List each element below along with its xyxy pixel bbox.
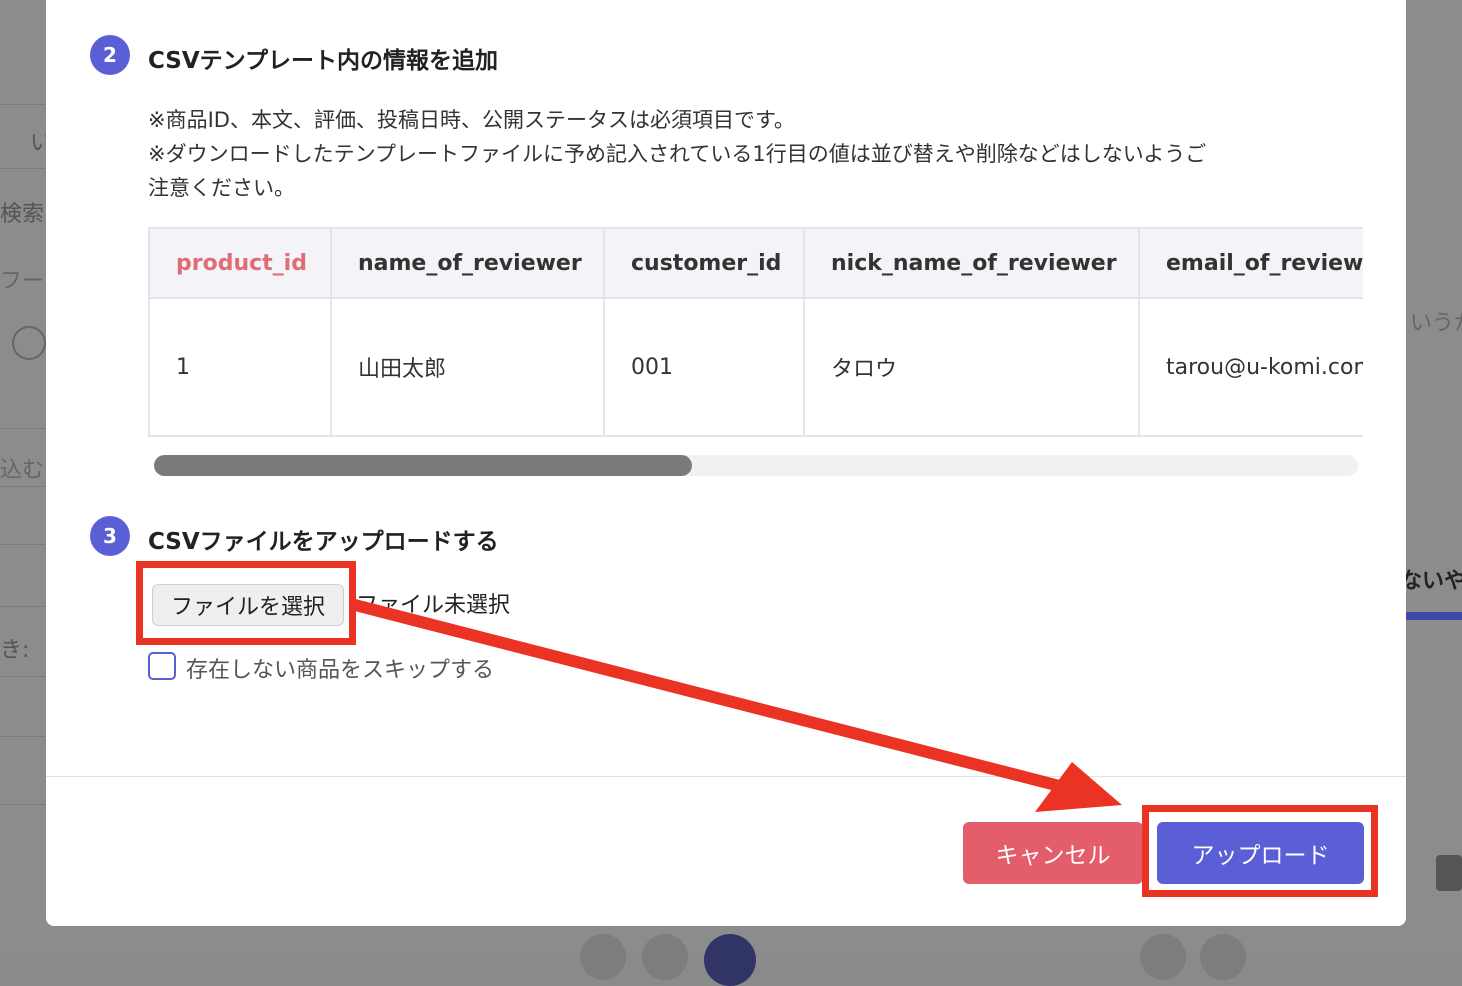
csv-upload-modal: 2 CSVテンプレート内の情報を追加 ※商品ID、本文、評価、投稿日時、公開ステ… <box>46 0 1406 926</box>
cancel-button[interactable]: キャンセル <box>963 822 1143 884</box>
bg-fragment: 検索: <box>0 202 52 227</box>
template-note-line1: ※ダウンロードしたテンプレートファイルに予め記入されている1行目の値は並び替えや… <box>148 142 1207 166</box>
bg-radio <box>12 326 46 360</box>
bg-fragment: ないや <box>1400 569 1462 594</box>
table-cell: タロウ <box>803 297 1140 437</box>
bg-page-circle <box>642 934 688 980</box>
step-2-title: CSVテンプレート内の情報を追加 <box>148 48 498 74</box>
upload-button-highlight <box>1142 805 1378 897</box>
step-3-badge: 3 <box>90 516 130 556</box>
table-header-row: product_id name_of_reviewer customer_id … <box>148 227 1363 299</box>
bg-page-circle <box>1200 934 1246 980</box>
column-header-nick-name-of-reviewer: nick_name_of_reviewer <box>803 227 1140 299</box>
table-row: 1 山田太郎 001 タロウ tarou@u-komi.com <box>148 297 1363 437</box>
bg-divider <box>0 606 46 607</box>
bg-button <box>1436 855 1462 891</box>
bg-fragment: フー <box>0 269 45 294</box>
bg-divider <box>0 736 46 737</box>
csv-template-table-container[interactable]: product_id name_of_reviewer customer_id … <box>148 227 1363 437</box>
table-horizontal-scrollbar[interactable] <box>154 455 1358 476</box>
bg-divider <box>0 676 46 677</box>
bg-page-circle-active <box>704 934 756 986</box>
background-right-strip: いうか ないや <box>1400 0 1462 954</box>
bg-fragment: いうか <box>1410 311 1462 336</box>
skip-missing-products-checkbox[interactable] <box>148 652 176 680</box>
footer-divider <box>46 776 1406 777</box>
bg-divider <box>0 104 46 105</box>
table-cell: 001 <box>603 297 805 437</box>
table-cell: 山田太郎 <box>330 297 605 437</box>
bg-divider <box>0 804 46 805</box>
column-header-product-id: product_id <box>148 227 332 299</box>
bg-divider <box>0 428 46 429</box>
step-2-badge: 2 <box>90 35 130 75</box>
column-header-name-of-reviewer: name_of_reviewer <box>330 227 605 299</box>
step-3-title: CSVファイルをアップロードする <box>148 529 499 555</box>
column-header-email-of-reviewer: email_of_reviewer <box>1138 227 1363 299</box>
bg-page-circle <box>580 934 626 980</box>
bg-fragment: 込む <box>0 458 45 483</box>
file-button-highlight <box>136 561 356 645</box>
bg-divider <box>0 168 46 169</box>
template-note-line2: 注意ください。 <box>148 176 295 200</box>
file-status-text: ファイル未選択 <box>356 593 511 618</box>
column-header-customer-id: customer_id <box>603 227 805 299</box>
table-cell: tarou@u-komi.com <box>1138 297 1363 437</box>
bg-fragment: き: <box>0 638 30 663</box>
bg-divider <box>0 544 46 545</box>
bg-divider <box>0 486 46 487</box>
table-cell: 1 <box>148 297 332 437</box>
csv-template-table: product_id name_of_reviewer customer_id … <box>148 227 1363 437</box>
scrollbar-thumb[interactable] <box>154 455 692 476</box>
bg-accent-bar <box>1406 612 1462 620</box>
skip-missing-products-label[interactable]: 存在しない商品をスキップする <box>186 652 494 684</box>
bg-page-circle <box>1140 934 1186 980</box>
required-fields-note: ※商品ID、本文、評価、投稿日時、公開ステータスは必須項目です。 <box>148 108 795 132</box>
background-left-strip: い 検索: フー 込む き: <box>0 0 52 954</box>
